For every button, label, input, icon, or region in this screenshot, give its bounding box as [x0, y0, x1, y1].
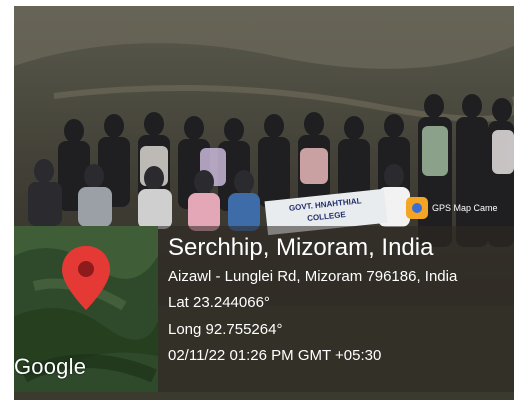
map-provider-label: Google [14, 354, 87, 379]
gps-map-camera-icon [406, 197, 428, 219]
latitude-text: Lat 23.244066° [168, 294, 270, 311]
app-badge-label: GPS Map Came [432, 203, 498, 213]
longitude-text: Long 92.755264° [168, 321, 283, 338]
address-text: Aizawl - Lunglei Rd, Mizoram 796186, Ind… [168, 268, 458, 285]
datetime-text: 02/11/22 01:26 PM GMT +05:30 [168, 347, 382, 364]
location-info-panel: Serchhip, Mizoram, India Aizawl - Lungle… [158, 226, 514, 392]
place-title: Serchhip, Mizoram, India [168, 234, 434, 261]
gps-map-camera-badge: GPS Map Came [406, 195, 498, 221]
